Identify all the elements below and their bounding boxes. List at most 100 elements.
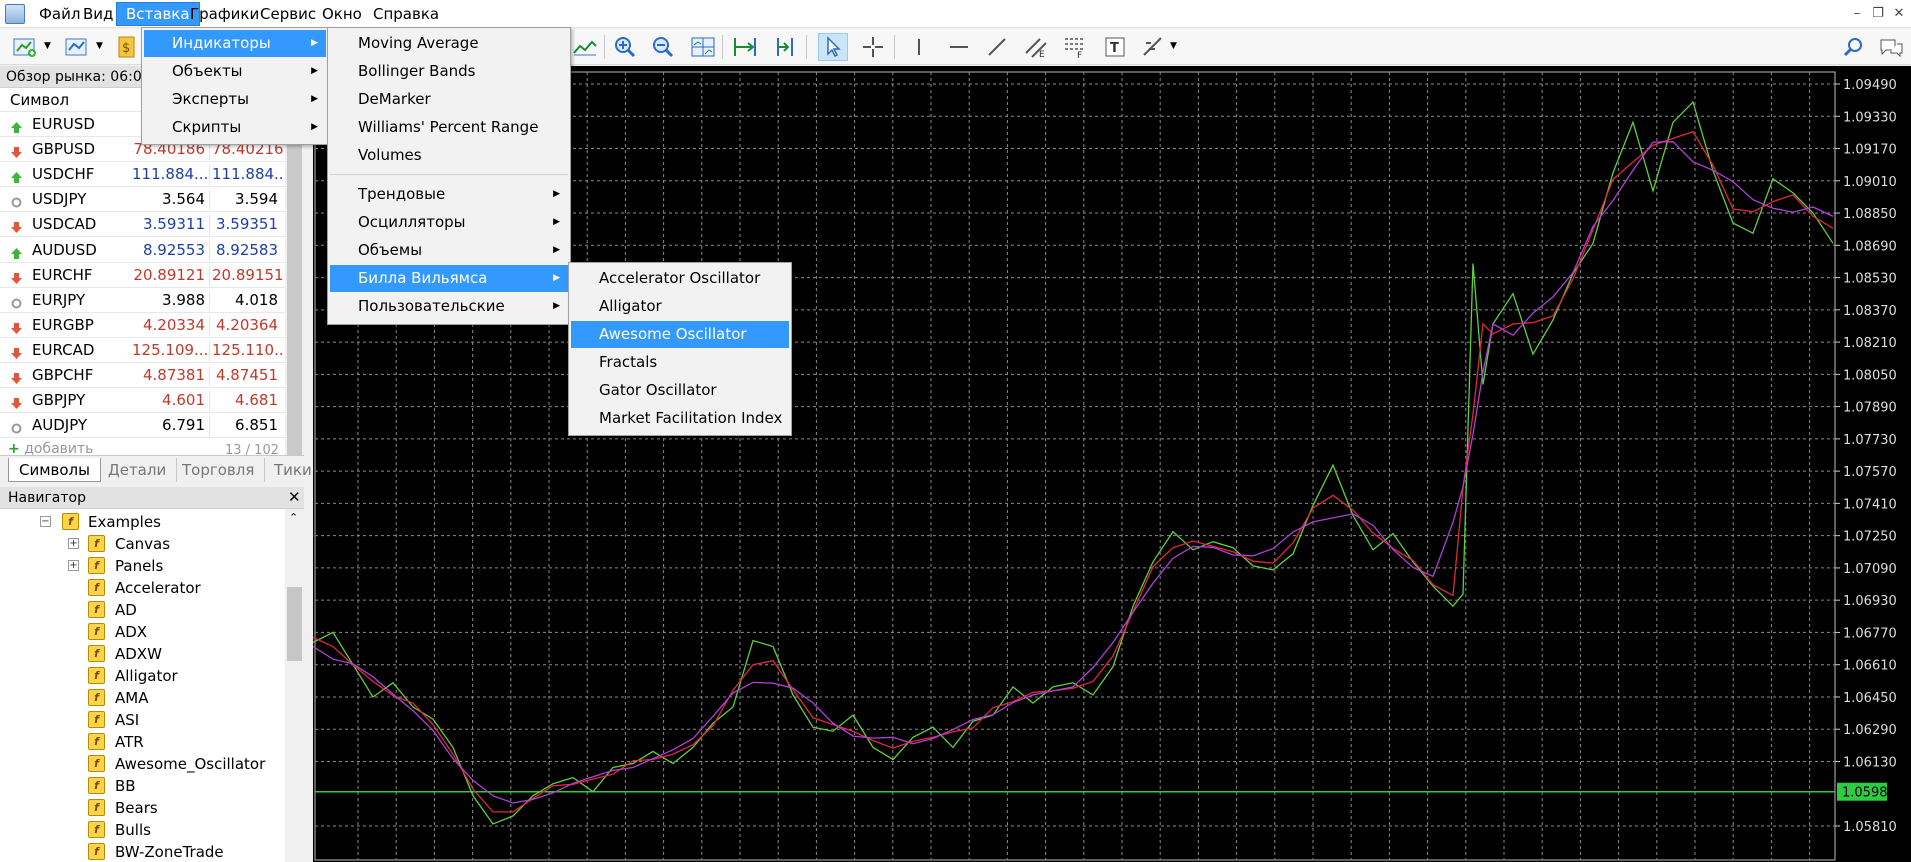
navigator-item-label: Awesome_Oscillator (115, 755, 266, 773)
cursor-icon[interactable] (818, 33, 848, 61)
submenu-arrow-icon: ▶ (553, 217, 560, 227)
bid-value: 8.92553 (132, 240, 210, 261)
expand-icon[interactable]: + (68, 560, 79, 571)
menu-item-scripts[interactable]: Скрипты ▶ (144, 114, 326, 141)
expand-icon[interactable]: + (68, 538, 79, 549)
equidistant-channel-icon[interactable]: E (1022, 33, 1052, 61)
vertical-line-icon[interactable] (904, 33, 934, 61)
indicator-icon: f (88, 557, 105, 574)
symbol-row[interactable]: USDCAD 3.59311 3.59351 (0, 212, 285, 238)
symbol-name: USDJPY (32, 190, 87, 209)
menu-window[interactable]: Окно (313, 3, 371, 25)
shapes-icon[interactable] (1138, 33, 1168, 61)
symbol-name: USDCHF (32, 165, 95, 184)
menu-item-accelerator-oscillator[interactable]: Accelerator Oscillator (571, 265, 789, 292)
tile-windows-icon[interactable] (688, 33, 718, 61)
tab-details[interactable]: Детали (98, 458, 178, 482)
indicator-line-icon[interactable] (570, 33, 600, 61)
menu-item-alligator[interactable]: Alligator (571, 293, 789, 320)
menu-item-volumes-group[interactable]: Объемы ▶ (330, 237, 568, 264)
menu-item-trend[interactable]: Трендовые ▶ (330, 181, 568, 208)
insert-menu: Индикаторы ▶ Объекты ▶ Эксперты ▶ Скрипты ▶ (141, 27, 329, 145)
search-icon[interactable] (1838, 33, 1868, 61)
symbol-row[interactable]: AUDJPY 6.791 6.851 (0, 413, 285, 439)
chat-icon[interactable] (1876, 33, 1906, 61)
symbol-row[interactable]: USDJPY 3.564 3.594 (0, 187, 285, 213)
bill-williams-submenu: Accelerator Oscillator Alligator Awesome… (568, 262, 792, 436)
menu-item-awesome-oscillator[interactable]: Awesome Oscillator (571, 321, 789, 348)
ask-value: 20.89151 (212, 265, 284, 284)
indicator-icon: f (88, 535, 105, 552)
menu-item-indicators[interactable]: Индикаторы ▶ (144, 30, 326, 57)
bid-value: 3.988 (132, 290, 210, 311)
scroll-thumb[interactable] (287, 587, 302, 661)
crosshair-icon[interactable] (858, 33, 888, 61)
arrow-down-icon (11, 395, 22, 410)
zoom-out-icon[interactable] (648, 33, 678, 61)
trend-line-icon[interactable] (982, 33, 1012, 61)
menu-item-experts[interactable]: Эксперты ▶ (144, 86, 326, 113)
submenu-arrow-icon: ▶ (553, 189, 560, 199)
submenu-arrow-icon: ▶ (553, 301, 560, 311)
trading-icon[interactable]: $ (112, 33, 142, 61)
symbol-row[interactable]: GBPCHF 4.87381 4.87451 (0, 363, 285, 388)
symbol-row[interactable]: USDCHF 111.884... 111.884... (0, 162, 288, 188)
menu-item-bill-williams[interactable]: Билла Вильямса ▶ (330, 265, 568, 292)
symbol-row[interactable]: AUDUSD 8.92553 8.92583 (0, 238, 285, 263)
menu-item-fractals[interactable]: Fractals (571, 349, 789, 376)
symbol-row[interactable]: EURGBP 4.20334 4.20364 (0, 313, 285, 338)
app-icon[interactable] (5, 4, 25, 24)
symbol-row[interactable]: EURCAD 125.109... 125.110... (0, 338, 288, 363)
arrow-up-icon (11, 169, 22, 184)
menu-item-objects[interactable]: Объекты ▶ (144, 58, 326, 85)
indicator-icon: f (88, 601, 105, 618)
submenu-arrow-icon: ▶ (311, 94, 318, 104)
symbol-row[interactable]: GBPJPY 4.601 4.681 (0, 388, 285, 414)
menu-view[interactable]: Вид (74, 3, 122, 25)
market-watch-scrollbar[interactable]: ⌄ (285, 112, 304, 500)
menu-item-custom[interactable]: Пользовательские ▶ (330, 293, 568, 320)
chart-shift-icon[interactable] (730, 33, 760, 61)
menu-item-label: Эксперты (172, 90, 249, 108)
navigator-scrollbar[interactable]: ⌃ (285, 509, 304, 862)
menu-item-demarker[interactable]: DeMarker (330, 86, 568, 113)
minimize-icon[interactable]: – (1846, 3, 1868, 25)
chevron-down-icon[interactable]: ▼ (96, 41, 103, 51)
symbol-row[interactable]: EURCHF 20.89121 20.89151 (0, 263, 285, 288)
arrow-up-icon (11, 119, 22, 133)
chevron-down-icon[interactable]: ▼ (1170, 41, 1177, 51)
autoscroll-icon[interactable] (770, 33, 800, 61)
tab-symbols[interactable]: Символы (8, 458, 101, 482)
chevron-down-icon[interactable]: ▼ (44, 41, 51, 51)
symbol-row[interactable]: EURJPY 3.988 4.018 (0, 288, 285, 313)
menu-item-moving-average[interactable]: Moving Average (330, 30, 568, 57)
chevron-up-icon[interactable]: ⌃ (289, 511, 298, 524)
menu-item-market-facilitation-index[interactable]: Market Facilitation Index (571, 405, 789, 432)
horizontal-line-icon[interactable] (944, 33, 974, 61)
menu-item-williams-percent-range[interactable]: Williams' Percent Range (330, 114, 568, 141)
fibonacci-icon[interactable]: F (1060, 33, 1090, 61)
menu-help[interactable]: Справка (364, 3, 448, 25)
menu-item-bollinger-bands[interactable]: Bollinger Bands (330, 58, 568, 85)
price-label: 1.07090 (1843, 562, 1897, 577)
menu-item-gator-oscillator[interactable]: Gator Oscillator (571, 377, 789, 404)
restore-icon[interactable]: ❐ (1867, 3, 1889, 25)
new-chart-icon[interactable] (10, 33, 40, 61)
menu-item-label: Пользовательские (358, 297, 505, 315)
submenu-arrow-icon: ▶ (311, 66, 318, 76)
navigator-item-label: Bears (115, 799, 158, 817)
price-label: 1.05810 (1843, 820, 1897, 835)
menu-item-oscillators[interactable]: Осцилляторы ▶ (330, 209, 568, 236)
zoom-in-icon[interactable] (610, 33, 640, 61)
neutral-dot-icon (11, 420, 22, 434)
text-icon[interactable]: T (1100, 33, 1130, 61)
tab-trading[interactable]: Торговля (172, 458, 266, 482)
profiles-icon[interactable] (62, 33, 92, 61)
menu-item-volumes[interactable]: Volumes (330, 142, 568, 169)
navigator-item-label: AD (115, 601, 137, 619)
price-label: 1.06930 (1843, 594, 1897, 609)
arrow-down-icon (11, 219, 22, 234)
close-icon[interactable]: ✕ (1888, 3, 1910, 25)
bid-value: 4.601 (132, 391, 210, 412)
close-icon[interactable]: ✕ (288, 488, 301, 506)
